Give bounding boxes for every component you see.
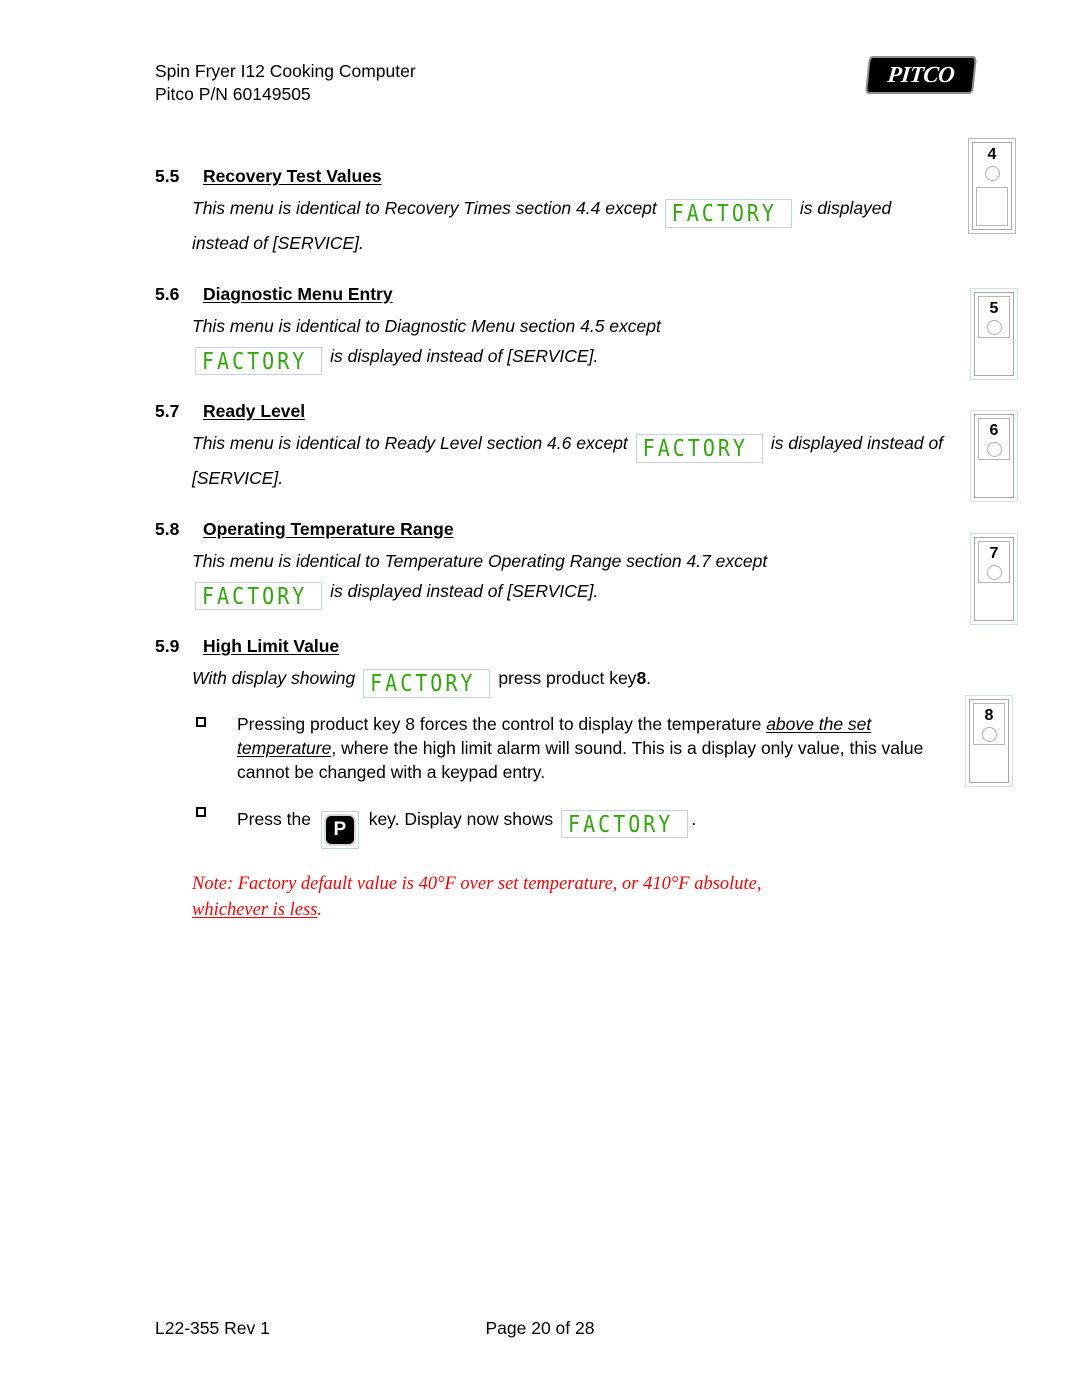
section-number: 5.7 [155,401,180,421]
section-title: Operating Temperature Range [203,518,454,539]
product-key-graphic-7: 7 [970,533,1018,625]
key-led-indicator-icon [986,320,1002,335]
bullet-text-part1: Pressing product key 8 forces the contro… [237,713,762,734]
factory-display-text: FACTORY [202,346,308,375]
section-heading-5-6: 5.6 Diagnostic Menu Entry [155,284,945,305]
bullet-text-part1: Press the [237,808,311,829]
bullet-text-part2: key. Display now shows [368,808,554,829]
key-lower-panel [976,187,1008,226]
product-key-graphic-8: 8 [965,695,1013,787]
section-heading-5-7: 5.7 Ready Level [155,401,945,422]
key-outline: 5 [974,292,1014,376]
factory-display-text: FACTORY [671,199,777,227]
factory-display-text: FACTORY [370,669,476,697]
section-title: Recovery Test Values [203,166,382,186]
body-text-after: is displayed instead of [SERVICE]. [330,345,599,366]
page-header: Spin Fryer I12 Cooking Computer Pitco P/… [155,56,977,116]
key-upper-panel: 8 [973,703,1005,745]
product-key-graphic-6: 6 [970,410,1018,502]
note-text-underlined: whichever is less [192,899,318,920]
factory-display: FACTORY [195,346,323,375]
key-led-indicator-icon [981,727,997,742]
key-led-indicator-icon [984,166,1000,181]
key-outline: 7 [974,537,1014,621]
section-number: 5.8 [155,518,180,539]
key-number-label: 4 [987,146,997,163]
factory-display: FACTORY [664,199,792,228]
header-line-product: Spin Fryer I12 Cooking Computer [155,61,416,81]
product-key-number: 8 [636,668,647,688]
key-number-label: 5 [989,300,999,317]
checkbox-bullet-icon [196,716,206,727]
body-text-before: This menu is identical to Recovery Times… [192,198,657,218]
bullet-item-high-limit-info: Pressing product key 8 forces the contro… [192,712,945,784]
factory-display-text: FACTORY [642,434,748,462]
factory-display: FACTORY [195,581,323,610]
p-key-graphic: P [320,810,359,849]
section-body-5-8: This menu is identical to Temperature Op… [192,546,945,610]
section-body-5-6: This menu is identical to Diagnostic Men… [192,311,945,375]
key-upper-panel: 7 [978,541,1010,583]
product-key-graphic-4: 4 [968,138,1016,234]
section-title: Diagnostic Menu Entry [203,283,393,304]
section-title: High Limit Value [203,636,340,656]
checkbox-bullet-icon [196,806,206,817]
bullet-text-tail: . [691,808,697,829]
key-outline: 4 [972,142,1012,230]
key-upper-panel: 5 [978,296,1010,338]
factory-display-text: FACTORY [202,581,308,610]
key-number-label: 7 [989,545,999,562]
factory-display: FACTORY [363,669,491,698]
logo-label: PITCO [886,62,956,87]
bullet-item-press-p-key: Press the P key. Display now shows FACTO… [192,802,945,849]
body-text-before: This menu is identical to Ready Level se… [192,433,628,453]
pitco-logo: PITCO [865,56,977,94]
section-body-5-7: This menu is identical to Ready Level se… [192,428,945,493]
note-text-line1: Note: Factory default value is 40°F over… [192,873,762,894]
key-outline: 6 [974,414,1014,498]
document-body: 5.5 Recovery Test Values This menu is id… [155,140,945,923]
key-led-indicator-icon [986,565,1002,580]
section-number: 5.6 [155,283,180,304]
product-key-graphic-5: 5 [970,288,1018,380]
body-text-tail: . [646,668,652,688]
section-number: 5.5 [155,166,180,186]
section-heading-5-8: 5.8 Operating Temperature Range [155,519,945,540]
key-number-label: 6 [989,422,999,439]
factory-display-text: FACTORY [568,809,674,838]
section-number: 5.9 [155,636,180,656]
factory-default-note: Note: Factory default value is 40°F over… [192,871,832,923]
p-key-button: P [323,813,356,846]
factory-display: FACTORY [561,809,689,838]
note-text-period: . [317,899,322,920]
body-text-before: This menu is identical to Diagnostic Men… [192,315,661,336]
body-text-after: is displayed instead of [SERVICE]. [330,580,599,601]
key-outline: 8 [969,699,1009,783]
body-text-after: press product key [498,668,637,688]
section-body-5-9: With display showing FACTORY press produ… [192,663,945,698]
key-upper-panel: 6 [978,418,1010,460]
header-line-partnumber: Pitco P/N 60149505 [155,84,311,104]
key-led-indicator-icon [986,442,1002,457]
footer-page-number: Page 20 of 28 [485,1318,595,1338]
body-text-before: With display showing [192,668,356,688]
header-text-block: Spin Fryer I12 Cooking Computer Pitco P/… [155,60,416,106]
section-body-5-5: This menu is identical to Recovery Times… [192,193,945,258]
factory-display: FACTORY [635,434,763,463]
page-footer: L22-355 Rev 1 Page 20 of 28 [0,1318,1080,1348]
body-text-before: This menu is identical to Temperature Op… [192,550,768,571]
section-heading-5-9: 5.9 High Limit Value [155,636,945,657]
section-heading-5-5: 5.5 Recovery Test Values [155,166,945,187]
key-number-label: 8 [984,707,994,724]
section-title: Ready Level [203,401,306,421]
bullet-text-part2: , where the high limit alarm will sound.… [237,737,924,782]
document-page: Spin Fryer I12 Cooking Computer Pitco P/… [0,0,1080,1397]
